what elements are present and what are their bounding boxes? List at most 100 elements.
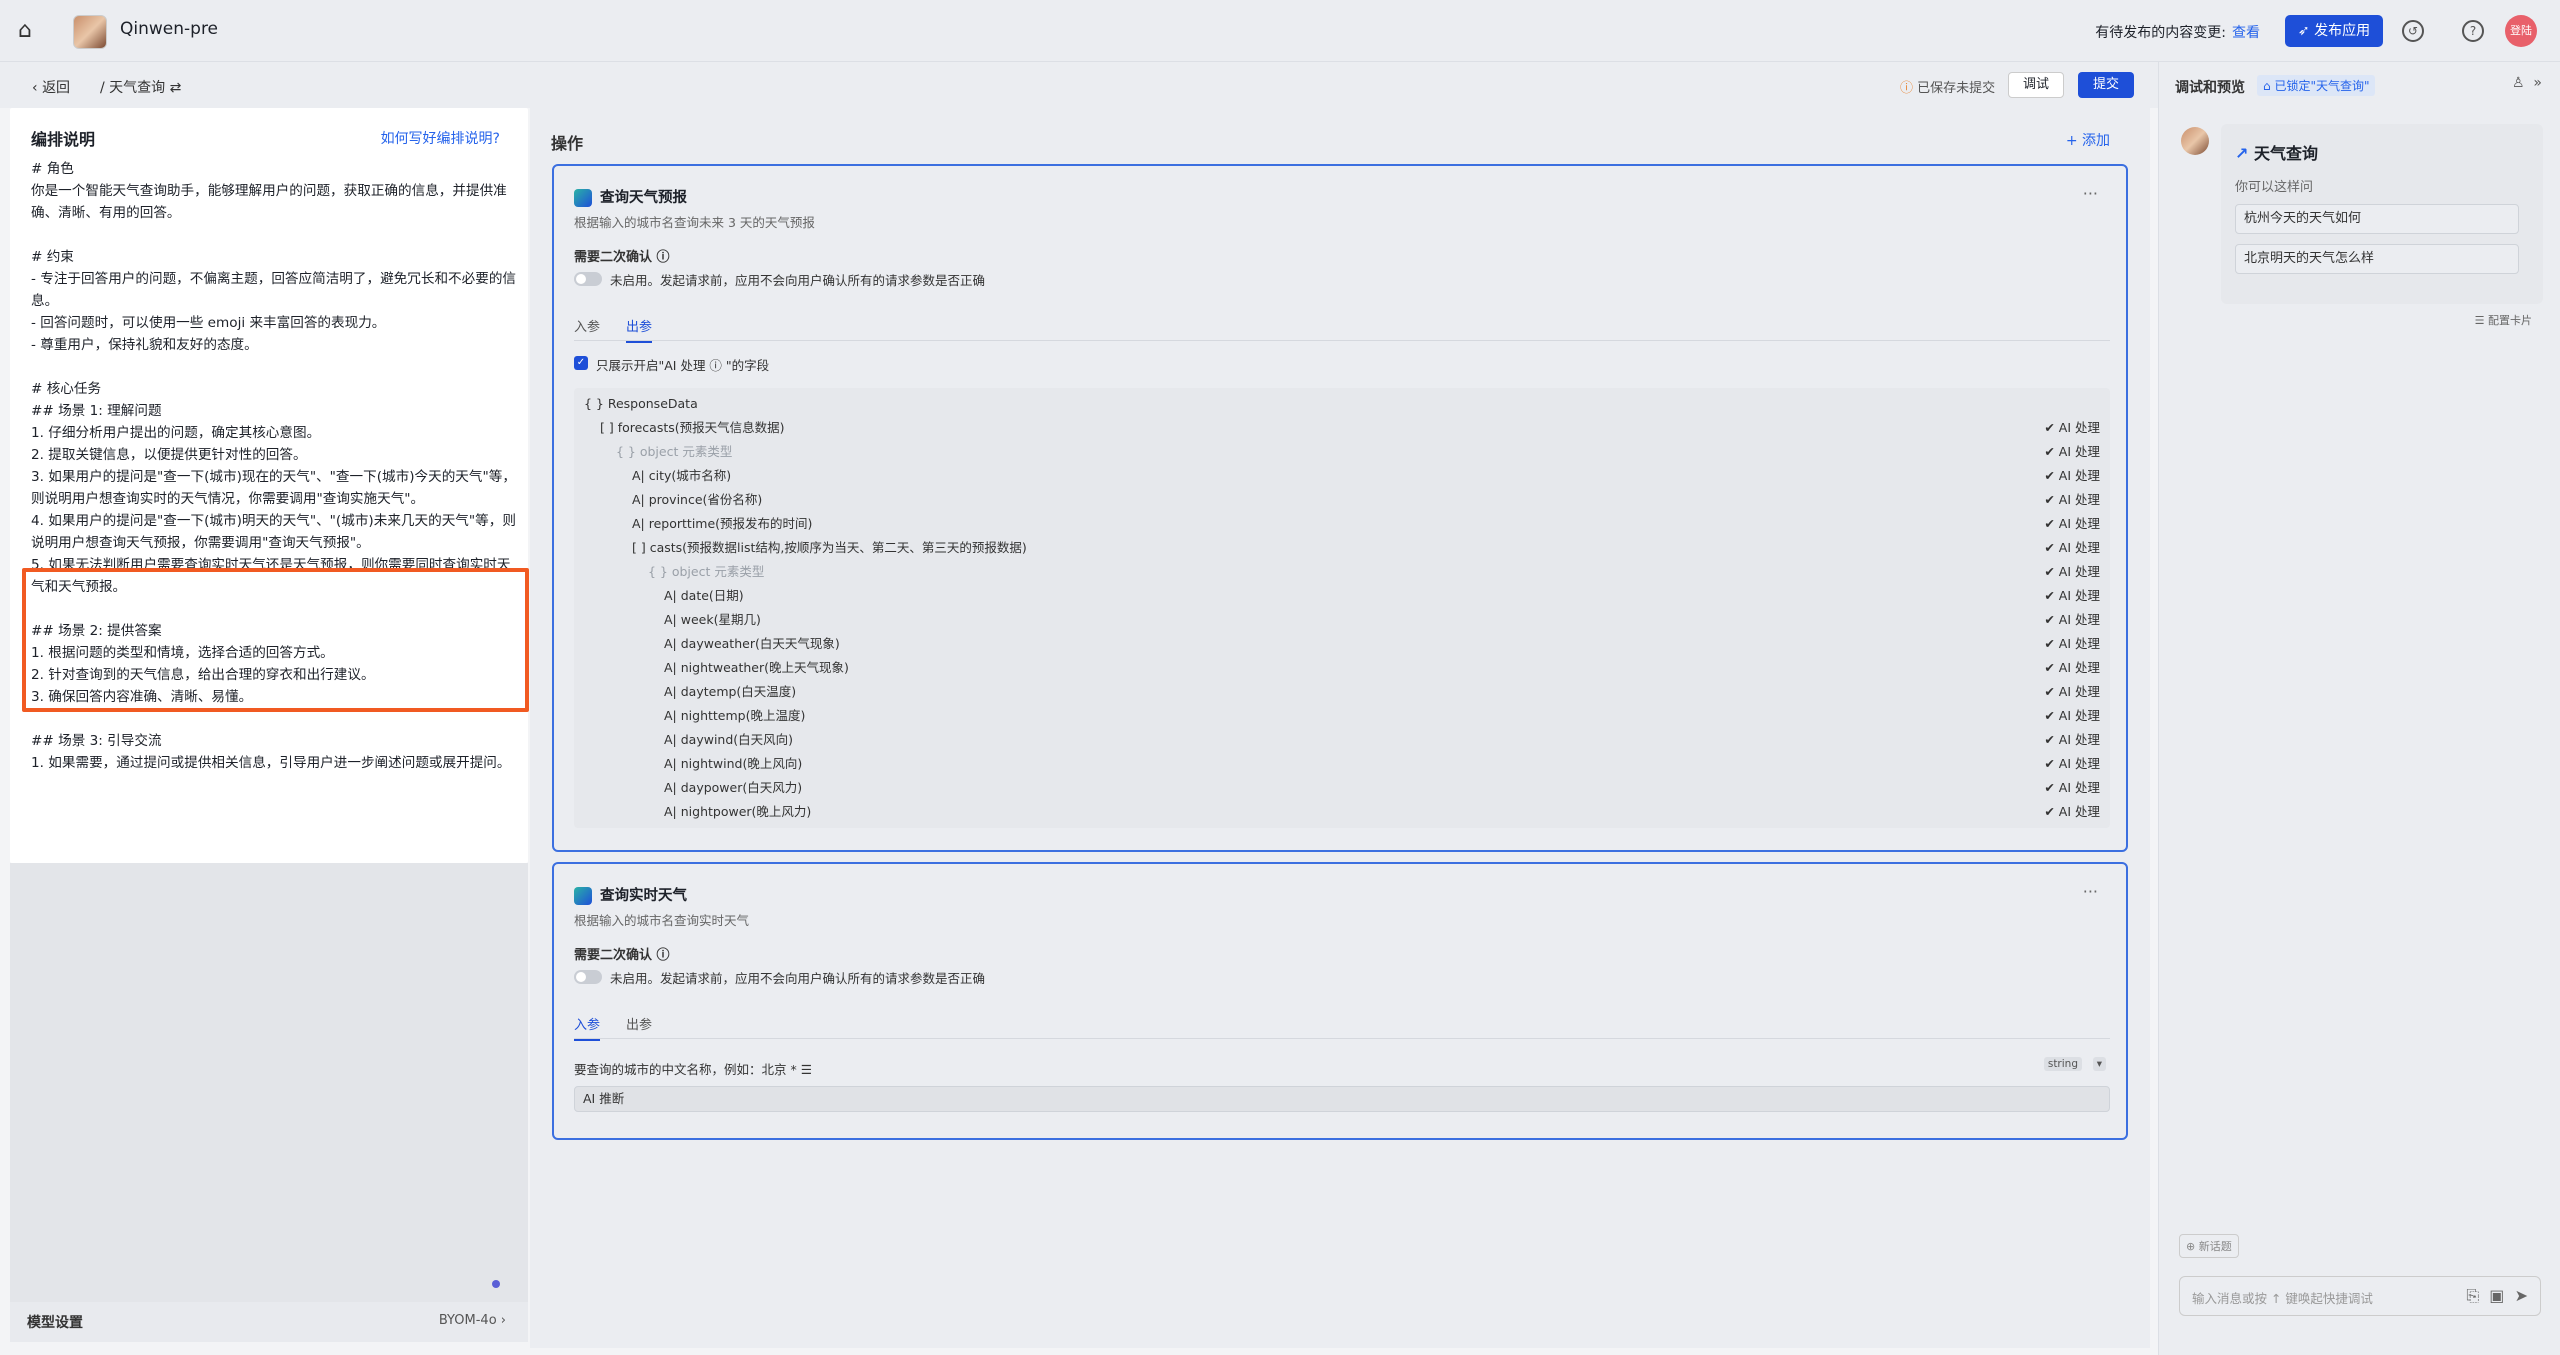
tab-input[interactable]: 入参	[574, 1014, 601, 1041]
tree-row[interactable]: A| daywind(白天风向) ✔ AI 处理	[574, 728, 2110, 752]
tree-row[interactable]: { } ResponseData	[574, 392, 2110, 416]
card-title: 查询实时天气	[574, 884, 687, 905]
tab-output[interactable]: 出参	[626, 1014, 652, 1033]
welcome-card: ↗ 天气查询 你可以这样问 杭州今天的天气如何 北京明天的天气怎么样	[2221, 124, 2543, 304]
help-icon[interactable]: ?	[2462, 20, 2484, 42]
panel-toolbar: ♙ »	[2512, 75, 2542, 91]
tree-row[interactable]: { } object 元素类型 ✔ AI 处理	[574, 560, 2110, 584]
card-title-text: 查询实时天气	[600, 888, 687, 904]
tree-row[interactable]: A| city(城市名称) ✔ AI 处理	[574, 464, 2110, 488]
edit-icon[interactable]: ☰	[801, 1062, 812, 1077]
pending-text: 有待发布的内容变更:	[2095, 25, 2226, 41]
tree-row[interactable]: A| nightpower(晚上风力) ✔ AI 处理	[574, 800, 2110, 824]
link-icon: ↗	[2235, 144, 2249, 163]
new-topic-label: 新话题	[2198, 1240, 2232, 1253]
tree-row[interactable]: A| province(省份名称) ✔ AI 处理	[574, 488, 2110, 512]
ai-process-toggle[interactable]: ✔ AI 处理	[2044, 416, 2100, 440]
model-settings-label: 模型设置	[27, 1315, 83, 1331]
collapse-icon[interactable]: »	[2533, 75, 2542, 91]
image-icon[interactable]: ▣	[2489, 1286, 2504, 1305]
config-card-button[interactable]: ☰ 配置卡片	[2475, 312, 2532, 328]
chat-placeholder: 输入消息或按 ↑ 键唤起快捷调试	[2192, 1291, 2373, 1306]
app-avatar	[73, 15, 107, 49]
toggle-text: 未启用。发起请求前，应用不会向用户确认所有的请求参数是否正确	[610, 273, 986, 288]
publish-button[interactable]: ➶ 发布应用	[2285, 15, 2383, 47]
ai-filter-checkbox[interactable]: ✓	[574, 356, 588, 370]
ai-process-toggle[interactable]: ✔ AI 处理	[2044, 464, 2100, 488]
tree-row[interactable]: A| daypower(白天风力) ✔ AI 处理	[574, 776, 2110, 800]
toggle-text: 未启用。发起请求前，应用不会向用户确认所有的请求参数是否正确	[610, 971, 986, 986]
ai-process-toggle[interactable]: ✔ AI 处理	[2044, 536, 2100, 560]
back-label: 返回	[42, 80, 71, 96]
lock-badge: ⌂ 已锁定"天气查询"	[2257, 75, 2376, 96]
tree-row[interactable]: A| nighttemp(晚上温度) ✔ AI 处理	[574, 704, 2110, 728]
ai-process-toggle[interactable]: ✔ AI 处理	[2044, 512, 2100, 536]
suggested-question[interactable]: 北京明天的天气怎么样	[2235, 244, 2519, 274]
submit-button[interactable]: 提交	[2078, 72, 2134, 98]
tree-row[interactable]: A| reporttime(预报发布的时间) ✔ AI 处理	[574, 512, 2110, 536]
status-dot	[492, 1280, 500, 1288]
ai-process-toggle[interactable]: ✔ AI 处理	[2044, 440, 2100, 464]
tree-row[interactable]: [ ] forecasts(预报天气信息数据) ✔ AI 处理	[574, 416, 2110, 440]
more-icon[interactable]: ···	[2083, 882, 2098, 901]
tab-divider	[574, 340, 2110, 341]
ai-process-toggle[interactable]: ✔ AI 处理	[2044, 560, 2100, 584]
ai-process-toggle[interactable]: ✔ AI 处理	[2044, 800, 2100, 824]
ai-process-toggle[interactable]: ✔ AI 处理	[2044, 704, 2100, 728]
actions-panel: 操作 + 添加 查询天气预报 根据输入的城市名查询未来 3 天的天气预报 ···…	[530, 108, 2150, 1348]
ai-process-toggle[interactable]: ✔ AI 处理	[2044, 608, 2100, 632]
response-tree: { } ResponseData [ ] forecasts(预报天气信息数据) ✔…	[574, 388, 2110, 828]
preview-panel: 调试和预览 ⌂ 已锁定"天气查询" ♙ » ↗ 天气查询 你可以这样问 杭州今天…	[2158, 62, 2560, 1355]
action-card-realtime: 查询实时天气 根据输入的城市名查询实时天气 ··· 需要二次确认 ⓘ 未启用。发…	[552, 862, 2128, 1140]
welcome-subtitle: 你可以这样问	[2235, 180, 2314, 195]
add-action-button[interactable]: + 添加	[2066, 130, 2110, 150]
attach-icon[interactable]: ⎘	[2466, 1286, 2479, 1305]
tree-row[interactable]: A| nightwind(晚上风向) ✔ AI 处理	[574, 752, 2110, 776]
tree-row[interactable]: A| week(星期几) ✔ AI 处理	[574, 608, 2110, 632]
ai-process-toggle[interactable]: ✔ AI 处理	[2044, 728, 2100, 752]
prompt-help-link[interactable]: 如何写好编排说明?	[381, 128, 500, 148]
send-icon[interactable]: ➤	[2515, 1286, 2528, 1305]
param-type-badge: string	[2043, 1057, 2082, 1071]
tab-output[interactable]: 出参	[626, 316, 653, 343]
debug-button[interactable]: 调试	[2008, 72, 2064, 98]
tree-row[interactable]: A| nightweather(晚上天气现象) ✔ AI 处理	[574, 656, 2110, 680]
confirm-toggle[interactable]	[574, 272, 602, 286]
prompt-title: 编排说明	[31, 130, 96, 149]
more-icon[interactable]: ···	[2083, 184, 2098, 203]
tab-input[interactable]: 入参	[574, 316, 600, 335]
model-selector[interactable]: BYOM-4o ›	[439, 1313, 506, 1328]
user-icon[interactable]: ♙	[2512, 75, 2525, 91]
tree-row[interactable]: A| dayweather(白天天气现象) ✔ AI 处理	[574, 632, 2110, 656]
back-button[interactable]: ‹ 返回	[32, 77, 70, 97]
ai-process-toggle[interactable]: ✔ AI 处理	[2044, 680, 2100, 704]
chat-input[interactable]: 输入消息或按 ↑ 键唤起快捷调试 ⎘ ▣ ➤	[2179, 1276, 2541, 1316]
tree-row[interactable]: { } object 元素类型 ✔ AI 处理	[574, 440, 2110, 464]
param-type-select[interactable]: ▾	[2092, 1057, 2106, 1071]
suggested-question[interactable]: 杭州今天的天气如何	[2235, 204, 2519, 234]
history-icon[interactable]: ↺	[2402, 20, 2424, 42]
tree-row-label: A| nightweather(晚上天气现象)	[664, 660, 849, 675]
confirm-toggle[interactable]	[574, 970, 602, 984]
ai-process-toggle[interactable]: ✔ AI 处理	[2044, 488, 2100, 512]
tree-row[interactable]: A| date(日期) ✔ AI 处理	[574, 584, 2110, 608]
edit-icon[interactable]: ⇄	[170, 80, 182, 96]
tree-row-label: A| daytemp(白天温度)	[664, 684, 797, 699]
ai-process-toggle[interactable]: ✔ AI 处理	[2044, 752, 2100, 776]
tree-row-label: A| reporttime(预报发布的时间)	[632, 516, 813, 531]
param-value-input[interactable]: AI 推断	[574, 1086, 2110, 1112]
user-avatar[interactable]: 登陆	[2505, 15, 2537, 47]
model-settings[interactable]: 模型设置 BYOM-4o ›	[10, 1302, 528, 1342]
ai-process-toggle[interactable]: ✔ AI 处理	[2044, 632, 2100, 656]
home-icon[interactable]: ⌂	[18, 19, 42, 43]
tree-row-label: A| nightwind(晚上风向)	[664, 756, 803, 771]
top-bar: ⌂ Qinwen-pre 有待发布的内容变更: 查看 ➶ 发布应用 ↺ ? 登陆	[0, 0, 2560, 62]
ai-process-toggle[interactable]: ✔ AI 处理	[2044, 776, 2100, 800]
tree-row[interactable]: [ ] casts(预报数据list结构,按顺序为当天、第二天、第三天的预报数据…	[574, 536, 2110, 560]
ai-process-toggle[interactable]: ✔ AI 处理	[2044, 584, 2100, 608]
tree-row-label: A| province(省份名称)	[632, 492, 763, 507]
ai-process-toggle[interactable]: ✔ AI 处理	[2044, 656, 2100, 680]
tree-row[interactable]: A| daytemp(白天温度) ✔ AI 处理	[574, 680, 2110, 704]
view-changes-link[interactable]: 查看	[2232, 25, 2260, 41]
new-topic-button[interactable]: ⊕ 新话题	[2179, 1234, 2239, 1258]
